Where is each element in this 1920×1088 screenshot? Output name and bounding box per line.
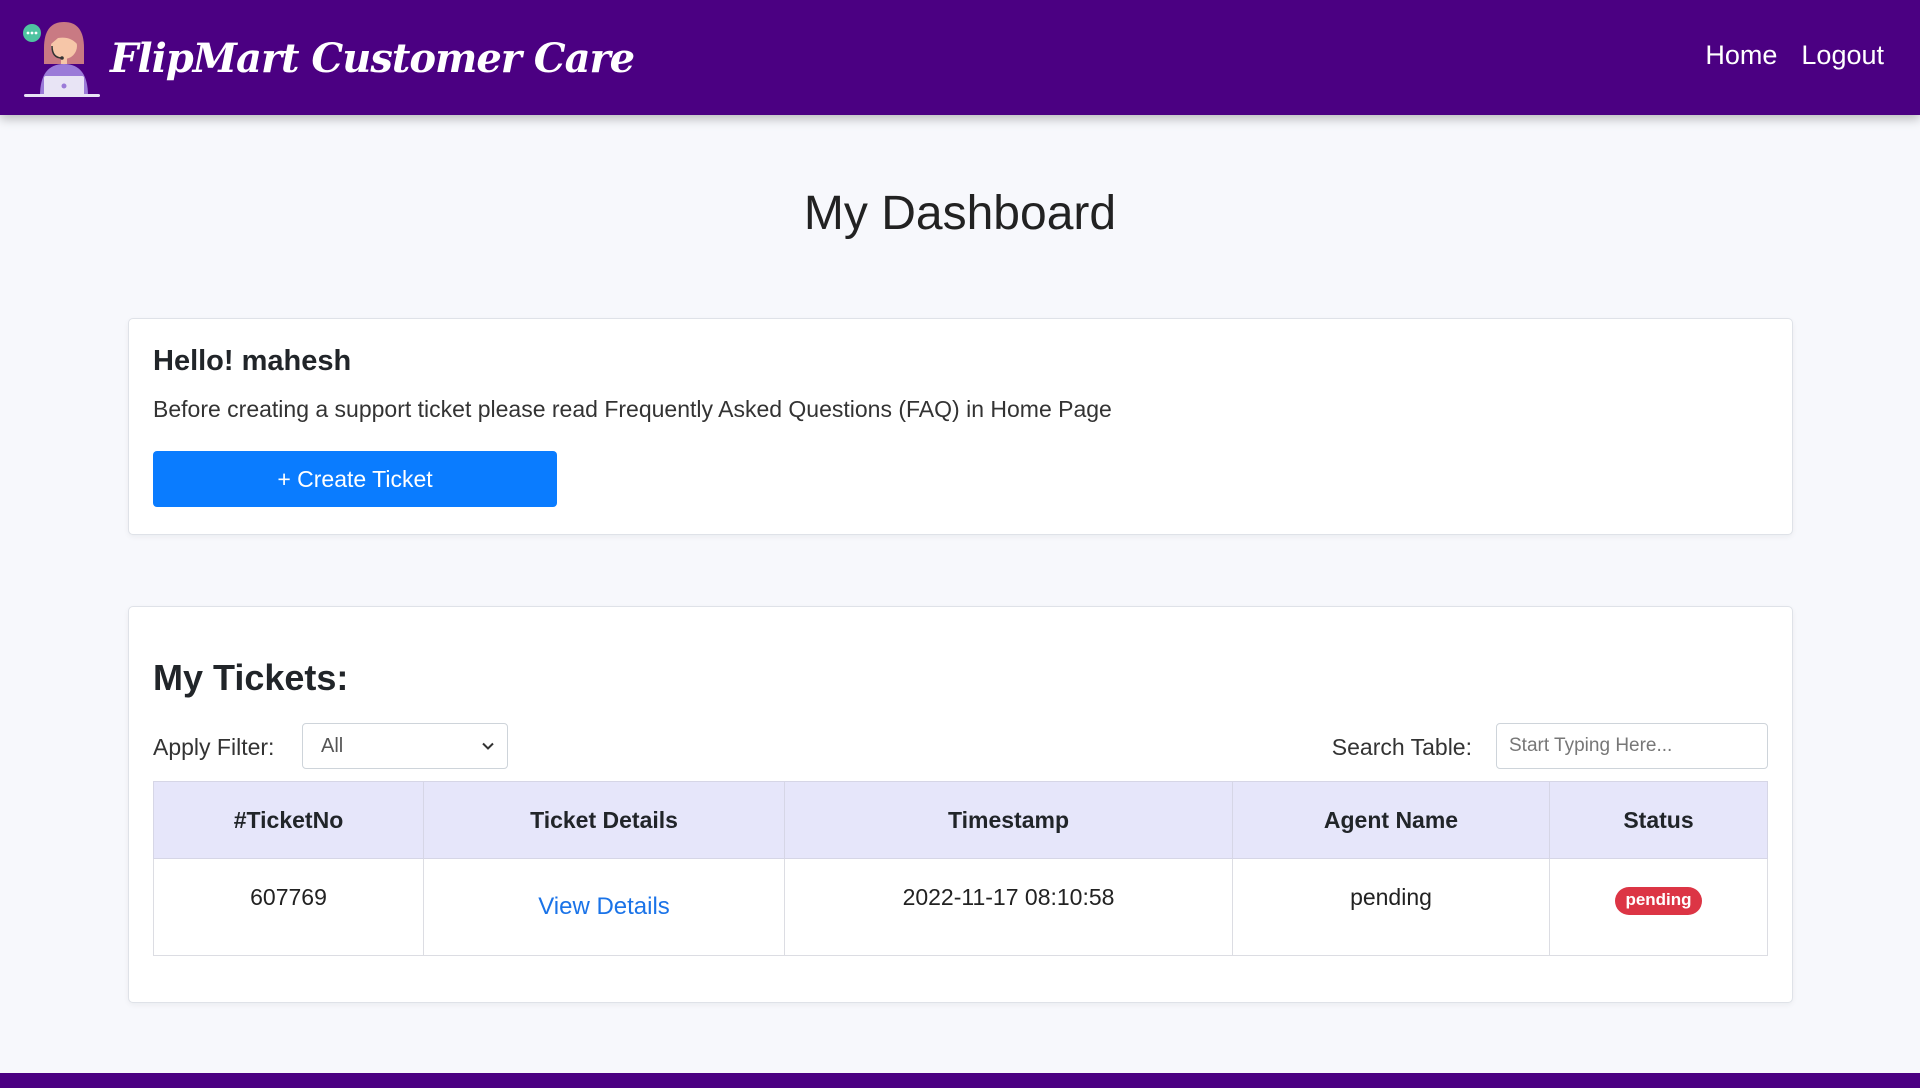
page-title: My Dashboard <box>803 187 1117 240</box>
navbar: FlipMart Customer Care Home Logout <box>0 0 1920 115</box>
brand[interactable]: FlipMart Customer Care <box>22 18 635 98</box>
timestamp-cell: 2022-11-17 08:10:58 <box>784 858 1233 956</box>
column-header-agent-name: Agent Name <box>1232 781 1550 859</box>
column-header-ticket-details: Ticket Details <box>423 781 785 859</box>
welcome-card: Hello! mahesh Before creating a support … <box>128 318 1793 535</box>
status-cell: pending <box>1549 858 1768 956</box>
faq-note: Before creating a support ticket please … <box>153 396 1112 422</box>
tickets-table: #TicketNo Ticket Details Timestamp Agent… <box>153 781 1768 956</box>
search-label: Search Table: <box>1331 734 1472 760</box>
greeting-heading: Hello! mahesh <box>153 345 352 377</box>
footer-bar <box>0 1073 1920 1088</box>
column-header-ticket-no: #TicketNo <box>153 781 424 859</box>
nav-home-link[interactable]: Home <box>1705 40 1777 71</box>
filter-selected-value: All <box>321 734 344 757</box>
top-nav: Home Logout <box>1681 40 1884 71</box>
support-agent-icon <box>23 22 100 97</box>
agent-name-cell: pending <box>1232 858 1550 956</box>
create-ticket-button[interactable]: + Create Ticket <box>153 451 557 507</box>
filter-select[interactable]: All <box>302 723 508 769</box>
chevron-down-icon <box>482 742 494 750</box>
status-badge: pending <box>1615 887 1702 915</box>
search-input[interactable] <box>1496 723 1768 769</box>
view-details-link[interactable]: View Details <box>538 893 670 920</box>
ticket-no-cell: 607769 <box>153 858 424 956</box>
filter-label: Apply Filter: <box>153 734 275 760</box>
table-header-row: #TicketNo Ticket Details Timestamp Agent… <box>153 781 1768 859</box>
ticket-details-cell: View Details <box>423 858 785 956</box>
brand-name: FlipMart Customer Care <box>110 34 635 82</box>
table-row: 607769 View Details 2022-11-17 08:10:58 … <box>153 858 1768 956</box>
tickets-heading: My Tickets: <box>153 657 349 698</box>
column-header-status: Status <box>1549 781 1768 859</box>
tickets-card: My Tickets: Apply Filter: All Search Tab… <box>128 606 1793 1003</box>
column-header-timestamp: Timestamp <box>784 781 1233 859</box>
nav-logout-link[interactable]: Logout <box>1801 40 1884 71</box>
